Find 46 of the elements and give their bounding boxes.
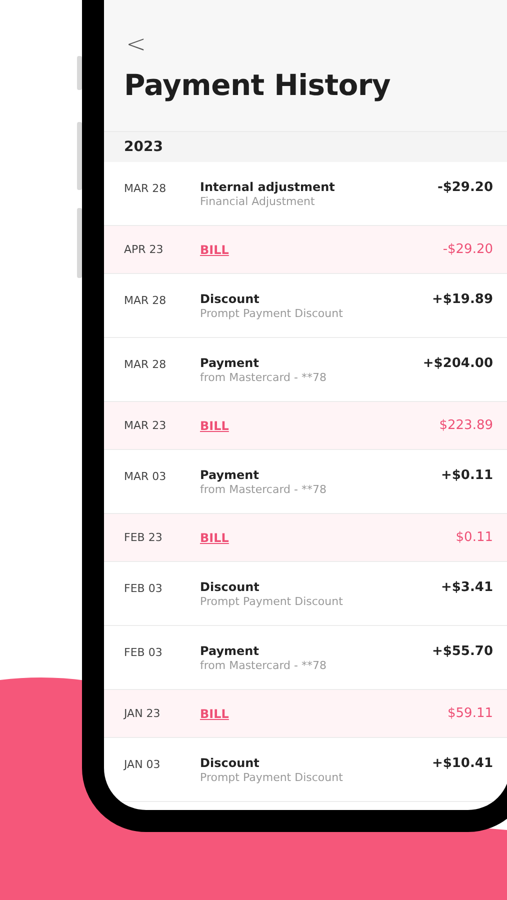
back-button[interactable]: < — [126, 32, 146, 56]
amount-label: $223.89 — [439, 418, 493, 433]
bill-row[interactable]: APR 23 BILL -$29.20 — [104, 226, 507, 274]
transaction-detail: from Mastercard - **78 — [200, 483, 326, 496]
transaction-title: Discount — [200, 756, 260, 770]
screen-title: Payment History — [124, 68, 391, 102]
transaction-detail: Prompt Payment Discount — [200, 771, 343, 784]
date-label: FEB 03 — [124, 646, 164, 659]
transaction-row[interactable]: MAR 28 Discount Prompt Payment Discount +$19.89 — [104, 274, 507, 338]
amount-label: -$29.20 — [437, 180, 493, 195]
bill-row[interactable]: JAN 23 BILL $59.11 — [104, 690, 507, 738]
transaction-title: Payment — [200, 356, 259, 370]
transaction-detail: Financial Adjustment — [200, 195, 315, 208]
amount-label: $59.11 — [448, 706, 493, 721]
amount-label: +$19.89 — [432, 292, 493, 307]
date-label: JAN 03 — [124, 758, 162, 771]
date-label: APR 23 — [124, 243, 164, 256]
date-label: MAR 28 — [124, 358, 168, 371]
transaction-title: Internal adjustment — [200, 180, 335, 194]
bill-row[interactable]: FEB 23 BILL $0.11 — [104, 514, 507, 562]
transaction-detail: Prompt Payment Discount — [200, 307, 343, 320]
date-label: FEB 03 — [124, 582, 164, 595]
bill-row[interactable]: MAR 23 BILL $223.89 — [104, 402, 507, 450]
date-label: JAN 23 — [124, 707, 162, 720]
date-label: MAR 23 — [124, 419, 168, 432]
transaction-detail: from Mastercard - **78 — [200, 371, 326, 384]
amount-label: +$3.41 — [440, 580, 493, 595]
year-label: 2023 — [124, 139, 163, 155]
transaction-detail: from Mastercard - **78 — [200, 659, 326, 672]
transaction-title: Discount — [200, 580, 260, 594]
amount-label: -$29.20 — [442, 242, 493, 257]
transaction-title: Payment — [200, 468, 259, 482]
amount-label: +$55.70 — [432, 644, 493, 659]
amount-label: +$204.00 — [422, 356, 493, 371]
amount-label: +$10.41 — [432, 756, 493, 771]
transaction-title: Discount — [200, 292, 260, 306]
amount-label: $0.11 — [456, 530, 493, 545]
date-label: FEB 23 — [124, 531, 164, 544]
transaction-title: Payment — [200, 644, 259, 658]
amount-label: +$0.11 — [440, 468, 493, 483]
date-label: MAR 03 — [124, 470, 168, 483]
date-label: MAR 28 — [124, 294, 168, 307]
date-label: MAR 28 — [124, 182, 168, 195]
transaction-detail: Prompt Payment Discount — [200, 595, 343, 608]
transaction-row[interactable]: FEB 03 Discount Prompt Payment Discount +$3.41 — [104, 562, 507, 626]
transaction-row[interactable]: JAN 03 Discount Prompt Payment Discount +$10.41 — [104, 738, 507, 802]
